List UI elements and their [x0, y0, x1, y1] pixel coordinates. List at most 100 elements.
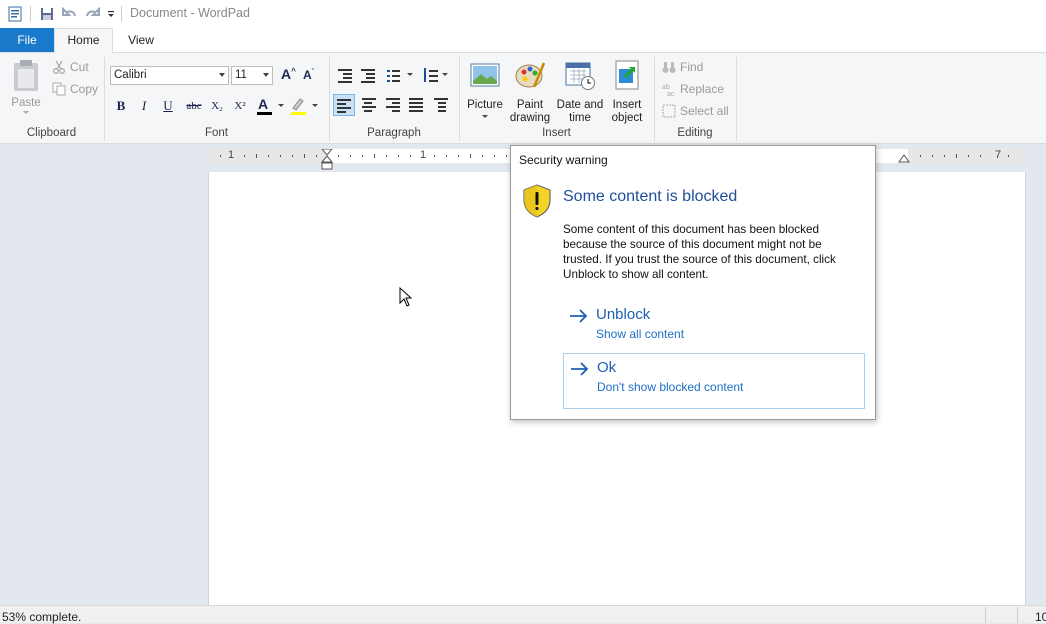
- find-button[interactable]: Find: [662, 60, 703, 74]
- arrow-right-icon: [571, 362, 589, 376]
- right-indent-marker-icon[interactable]: [898, 152, 910, 164]
- highlighter-icon: [292, 98, 304, 111]
- scissors-icon: [53, 60, 65, 74]
- customize-dropdown-icon[interactable]: [102, 5, 120, 23]
- paragraph-settings-icon[interactable]: [432, 97, 450, 113]
- font-family-select[interactable]: Calibri: [110, 66, 229, 85]
- chevron-down-icon: [278, 104, 284, 107]
- replace-icon: abac: [662, 84, 675, 96]
- divider: [1017, 607, 1018, 623]
- picture-button[interactable]: Picture: [464, 59, 506, 118]
- undo-icon[interactable]: [61, 5, 79, 23]
- paste-button[interactable]: Paste: [8, 59, 44, 121]
- wordpad-app-icon[interactable]: [6, 5, 24, 23]
- highlight-color-button[interactable]: [290, 97, 320, 115]
- paint-label-line2: drawing: [509, 112, 551, 124]
- font-size-value: 11: [235, 69, 247, 81]
- line-spacing-icon[interactable]: [422, 67, 448, 83]
- paint-palette-icon: [515, 62, 546, 88]
- increase-indent-icon[interactable]: [359, 67, 377, 83]
- bullets-icon[interactable]: [385, 67, 413, 83]
- insert-group-label: Insert: [542, 127, 571, 139]
- shield-warning-icon: [523, 184, 551, 218]
- paste-icon: [14, 60, 38, 91]
- svg-text:ac: ac: [667, 91, 675, 96]
- tab-home[interactable]: Home: [54, 28, 113, 53]
- dialog-heading: Some content is blocked: [563, 188, 738, 205]
- dialog-caption: Security warning: [519, 153, 608, 167]
- ruler-label: 1: [420, 149, 427, 161]
- shrink-font-icon[interactable]: Aˇ: [303, 68, 314, 82]
- copy-label: Copy: [70, 82, 99, 96]
- paint-drawing-button[interactable]: Paint drawing: [507, 59, 553, 125]
- grow-font-icon[interactable]: A^: [281, 66, 296, 82]
- binoculars-icon: [662, 62, 676, 73]
- calendar-clock-icon: [565, 62, 595, 90]
- replace-button[interactable]: ab ac Replace: [662, 82, 724, 96]
- paste-label: Paste: [11, 97, 41, 109]
- chevron-down-icon: [312, 104, 318, 107]
- dialog-message: Some content of this document has been b…: [563, 223, 836, 281]
- clipboard-group-label: Clipboard: [26, 127, 77, 139]
- select-all-button[interactable]: Select all: [662, 104, 729, 118]
- ok-command-link[interactable]: Ok Don't show blocked content: [563, 353, 865, 409]
- paste-dropdown-icon: [23, 111, 29, 114]
- svg-text:ab: ab: [662, 84, 670, 91]
- decrease-indent-icon[interactable]: [336, 67, 354, 83]
- divider: [30, 6, 31, 22]
- underline-button[interactable]: U: [158, 97, 178, 115]
- superscript-button[interactable]: X²: [230, 97, 250, 115]
- zoom-level: 10: [1035, 610, 1046, 624]
- cut-button[interactable]: Cut: [52, 60, 89, 74]
- save-icon[interactable]: [38, 5, 56, 23]
- object-icon: [615, 60, 639, 90]
- divider: [985, 607, 986, 623]
- replace-label: Replace: [680, 82, 725, 96]
- chevron-down-icon: [482, 115, 488, 118]
- align-left-icon[interactable]: [333, 94, 355, 116]
- align-center-icon[interactable]: [360, 97, 378, 113]
- date-time-button[interactable]: Date and time: [555, 59, 605, 125]
- font-group-label: Font: [204, 127, 228, 139]
- chevron-down-icon: [263, 73, 269, 77]
- subscript-button[interactable]: X₂: [207, 97, 227, 115]
- watermark-text: 看雪: [913, 559, 998, 603]
- unblock-label: Unblock: [596, 306, 651, 323]
- status-bar: 53% complete. 10: [0, 605, 1046, 624]
- cut-label: Cut: [70, 60, 89, 74]
- select-all-icon: [662, 104, 676, 118]
- window-title: Document - WordPad: [130, 6, 250, 20]
- copy-icon: [52, 82, 66, 96]
- indent-marker-icon[interactable]: [321, 149, 333, 171]
- text-color-button[interactable]: A: [256, 96, 286, 115]
- insert-object-button[interactable]: Insert object: [606, 59, 648, 125]
- tab-file[interactable]: File: [0, 28, 54, 52]
- editing-group-label: Editing: [677, 127, 713, 139]
- watermark: ❄看雪: [878, 548, 998, 606]
- title-bar: Document - WordPad: [0, 0, 1046, 28]
- align-right-icon[interactable]: [384, 97, 402, 113]
- divider: [736, 57, 737, 141]
- strikethrough-button[interactable]: abc: [182, 97, 206, 115]
- font-family-value: Calibri: [114, 69, 147, 81]
- tab-view[interactable]: View: [113, 28, 169, 52]
- font-size-select[interactable]: 11: [231, 66, 273, 85]
- picture-icon: [470, 63, 500, 87]
- arrow-right-icon: [570, 309, 588, 323]
- bold-button[interactable]: B: [111, 97, 131, 115]
- paint-label-line1: Paint: [516, 99, 544, 111]
- status-text: 53% complete.: [2, 610, 82, 624]
- date-label-line1: Date and: [556, 99, 604, 111]
- copy-button[interactable]: Copy: [52, 82, 98, 96]
- justify-icon[interactable]: [407, 97, 425, 113]
- redo-icon[interactable]: [83, 5, 101, 23]
- highlight-color-swatch: [291, 112, 306, 115]
- text-color-swatch: [257, 112, 272, 115]
- ruler-label: 7: [995, 149, 1002, 161]
- unblock-command-link[interactable]: Unblock Show all content: [563, 301, 865, 357]
- snowflake-icon: ❄: [878, 559, 914, 603]
- ok-description: Don't show blocked content: [597, 380, 744, 394]
- text-color-icon: A: [258, 96, 269, 112]
- divider: [121, 6, 122, 22]
- italic-button[interactable]: I: [134, 97, 154, 115]
